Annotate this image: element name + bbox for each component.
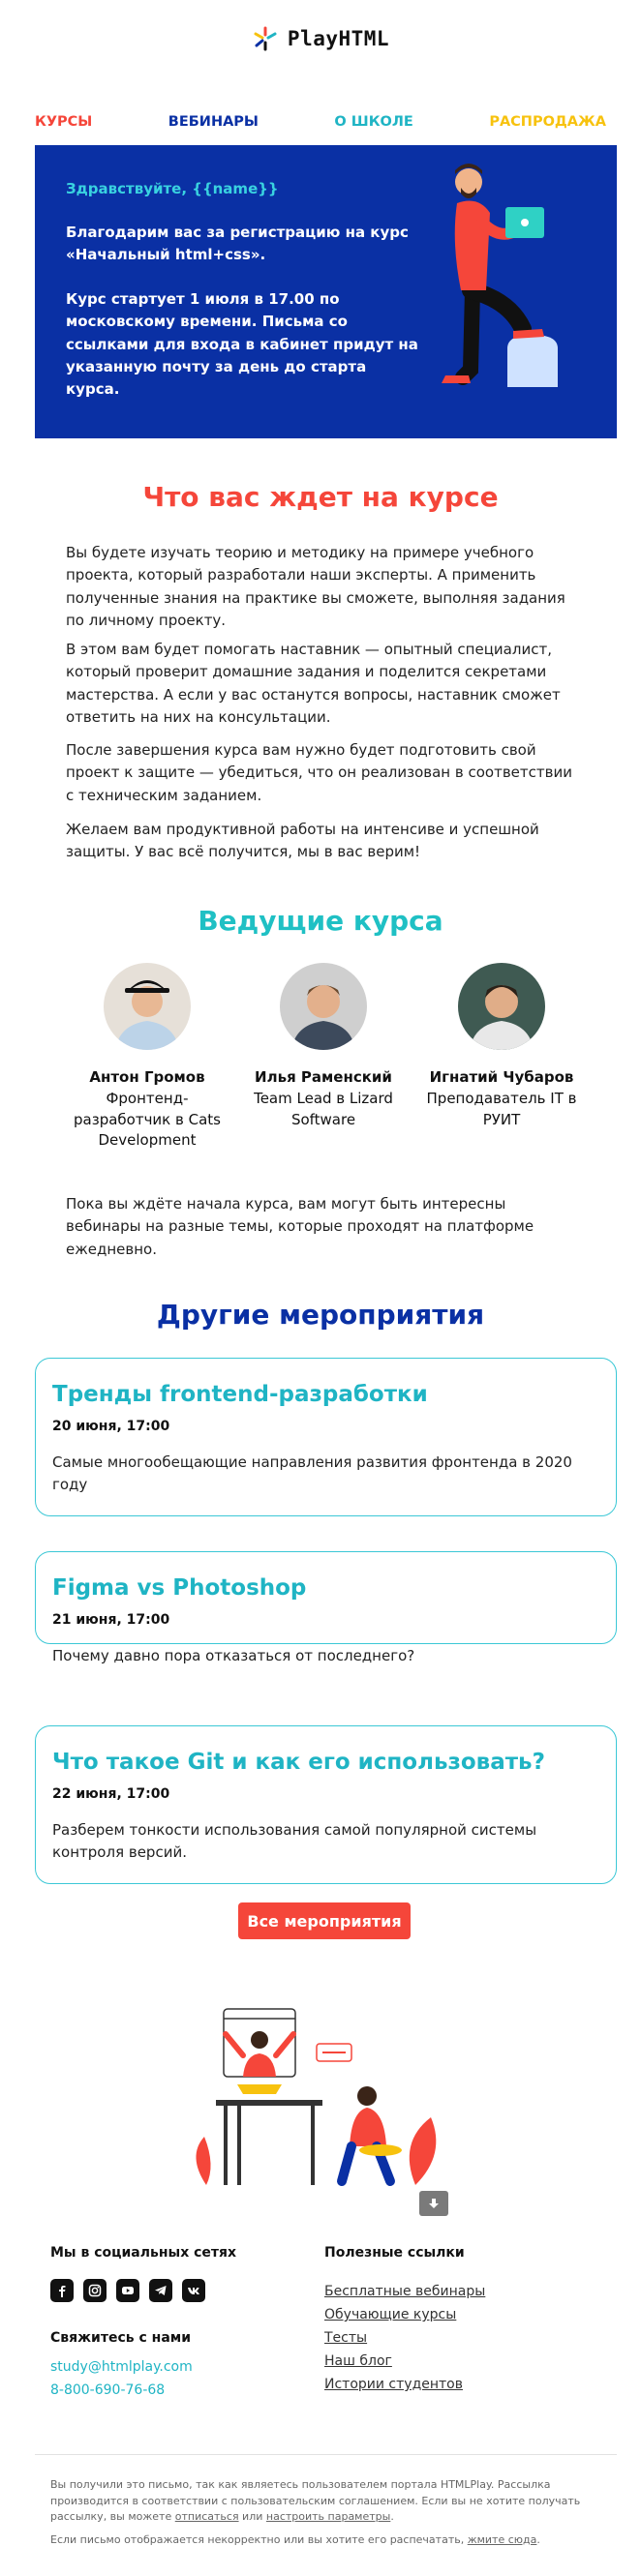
course-paragraph: После завершения курса вам нужно будет п… [66, 741, 572, 804]
youtube-icon[interactable] [116, 2279, 139, 2302]
event-description: Разберем тонкости использования самой по… [52, 1821, 537, 1861]
link-tests[interactable]: Тесты [324, 2326, 485, 2350]
nav-about[interactable]: О ШКОЛЕ [334, 114, 412, 130]
footer-divider [35, 2454, 617, 2455]
course-title: Что вас ждет на курсе [142, 481, 499, 513]
settings-link[interactable]: настроить параметры [266, 2510, 390, 2523]
link-student-stories[interactable]: Истории студентов [324, 2373, 485, 2396]
event-title[interactable]: Тренды frontend-разработки [52, 1382, 428, 1407]
avatar [104, 963, 191, 1050]
telegram-icon[interactable] [149, 2279, 172, 2302]
teacher-name: Игнатий Чубаров [429, 1068, 574, 1086]
course-paragraph: Желаем вам продуктивной работы на интенс… [66, 821, 539, 861]
teacher-role: Team Lead в Lizard Software [254, 1089, 393, 1128]
event-card[interactable]: Тренды frontend-разработки 20 июня, 17:0… [35, 1358, 617, 1516]
useful-links: Бесплатные вебинары Обучающие курсы Тест… [324, 2280, 485, 2396]
legal-text: . [536, 2533, 540, 2546]
course-paragraph: В этом вам будет помогать наставник — оп… [66, 641, 561, 726]
event-card[interactable]: Figma vs Photoshop 21 июня, 17:00 Почему… [35, 1551, 617, 1664]
hero-illustration [442, 164, 558, 387]
avatar [280, 963, 367, 1050]
contact-title: Свяжитесь с нами [50, 2330, 192, 2346]
main-nav: КУРСЫ ВЕБИНАРЫ О ШКОЛЕ РАСПРОДАЖА [35, 114, 606, 130]
unsubscribe-link[interactable]: отписаться [175, 2510, 239, 2523]
event-description: Самые многообещающие направления развити… [52, 1453, 572, 1493]
teacher-role: Преподаватель IT в РУИТ [426, 1089, 577, 1128]
logo-icon [254, 26, 277, 51]
hero-start-text: Курс стартует 1 июля в 17.00 по московск… [66, 290, 418, 398]
teacher-card: Игнатий Чубаров Преподаватель IT в РУИТ [414, 963, 589, 1130]
avatar [458, 963, 545, 1050]
legal-text: или [238, 2510, 266, 2523]
social-icons [50, 2279, 205, 2302]
logo-text: PlayHTML [287, 27, 390, 50]
nav-webinars[interactable]: ВЕБИНАРЫ [168, 114, 259, 130]
links-title: Полезные ссылки [324, 2245, 465, 2261]
legal-text: . [390, 2510, 394, 2523]
event-date: 20 июня, 17:00 [52, 1419, 170, 1434]
nav-sale[interactable]: РАСПРОДАЖА [489, 114, 606, 130]
hero-greeting: Здравствуйте, {{name}} [66, 180, 279, 197]
link-free-webinars[interactable]: Бесплатные вебинары [324, 2280, 485, 2303]
webinars-note: Пока вы ждёте начала курса, вам могут бы… [66, 1195, 534, 1258]
teacher-name: Антон Громов [89, 1068, 205, 1086]
legal-text: Если письмо отображается некорректно или… [50, 2533, 468, 2546]
events-title: Другие мероприятия [156, 1299, 485, 1331]
instagram-icon[interactable] [83, 2279, 107, 2302]
teacher-card: Илья Раменский Team Lead в Lizard Softwa… [236, 963, 411, 1130]
teachers-title: Ведущие курса [198, 905, 443, 937]
teacher-name: Илья Раменский [255, 1068, 392, 1086]
arrow-down-icon [429, 2199, 439, 2208]
link-courses[interactable]: Обучающие курсы [324, 2303, 485, 2326]
view-in-browser-link[interactable]: жмите сюда [468, 2533, 537, 2546]
event-date: 22 июня, 17:00 [52, 1786, 170, 1802]
scroll-down-button[interactable] [419, 2191, 448, 2216]
teacher-card: Антон Громов Фронтенд-разработчик в Cats… [60, 963, 234, 1152]
event-title[interactable]: Figma vs Photoshop [52, 1575, 306, 1601]
contact-phone[interactable]: 8-800-690-76-68 [50, 2382, 165, 2398]
all-events-button[interactable]: Все мероприятия [238, 1902, 411, 1939]
course-paragraph: Вы будете изучать теорию и методику на п… [66, 544, 565, 629]
vk-icon[interactable] [182, 2279, 205, 2302]
event-description: Почему давно пора отказаться от последне… [52, 1647, 415, 1664]
event-title[interactable]: Что такое Git и как его использовать? [52, 1750, 545, 1775]
hero-thanks-text: Благодарим вас за регистрацию на курс «Н… [66, 224, 409, 264]
online-class-illustration [196, 2008, 437, 2186]
logo[interactable]: PlayHTML [0, 25, 641, 52]
teacher-role: Фронтенд-разработчик в Cats Development [74, 1089, 221, 1150]
hero-banner: Здравствуйте, {{name}} Благодарим вас за… [35, 145, 617, 438]
social-title: Мы в социальных сетях [50, 2245, 237, 2261]
contact-email[interactable]: study@htmlplay.com [50, 2359, 193, 2375]
facebook-icon[interactable] [50, 2279, 74, 2302]
legal-notice-browser: Если письмо отображается некорректно или… [50, 2532, 593, 2549]
legal-notice: Вы получили это письмо, так как являетес… [50, 2477, 593, 2526]
nav-courses[interactable]: КУРСЫ [35, 114, 92, 130]
link-blog[interactable]: Наш блог [324, 2350, 485, 2373]
event-date: 21 июня, 17:00 [52, 1612, 170, 1628]
event-card[interactable]: Что такое Git и как его использовать? 22… [35, 1725, 617, 1884]
